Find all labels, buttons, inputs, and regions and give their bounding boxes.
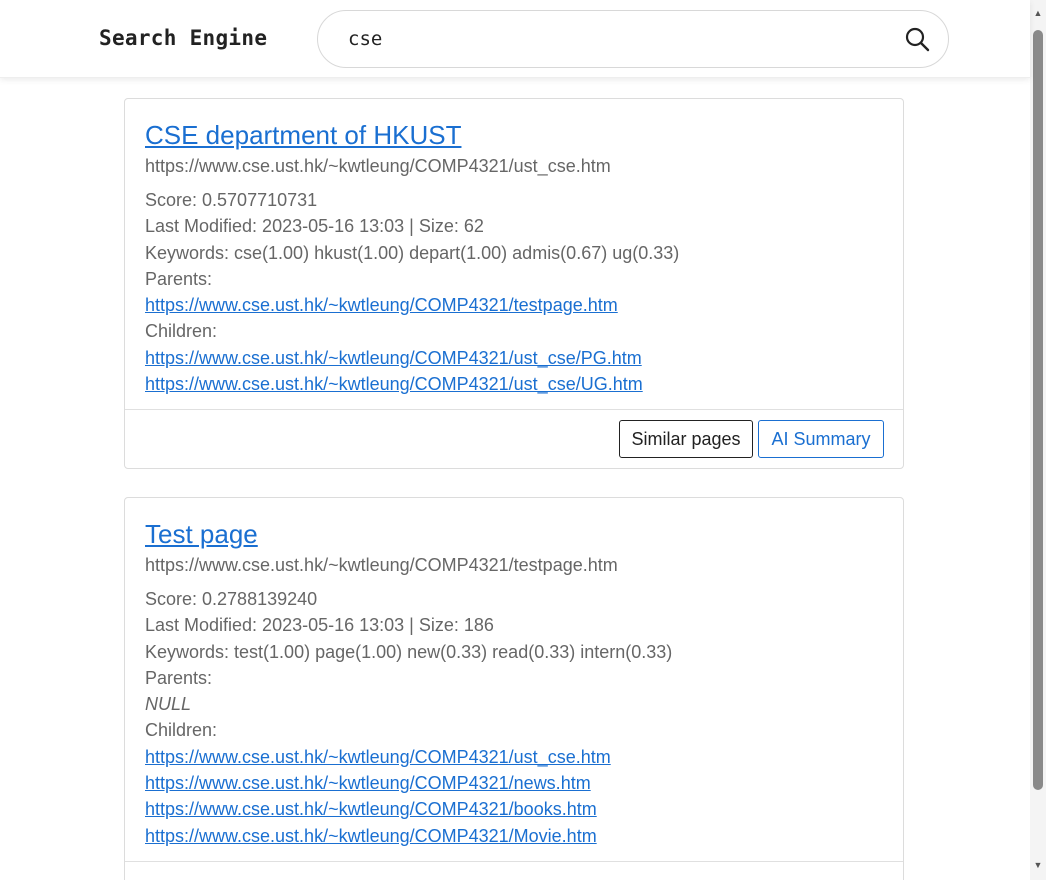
child-link[interactable]: https://www.cse.ust.hk/~kwtleung/COMP432… [145,744,883,770]
child-link[interactable]: https://www.cse.ust.hk/~kwtleung/COMP432… [145,796,883,822]
result-meta: Last Modified: 2023-05-16 13:03 | Size: … [145,216,484,237]
parent-link[interactable]: https://www.cse.ust.hk/~kwtleung/COMP432… [145,292,883,318]
children-label: Children: [145,321,218,342]
result-card: Test page https://www.cse.ust.hk/~kwtleu… [124,497,904,880]
search-bar[interactable] [317,10,949,68]
result-url: https://www.cse.ust.hk/~kwtleung/COMP432… [145,156,611,176]
children-label: Children: [145,720,218,741]
result-card-footer [125,860,903,880]
similar-pages-button[interactable]: Similar pages [619,420,753,459]
search-icon [905,27,930,51]
result-card-body: Test page https://www.cse.ust.hk/~kwtleu… [125,498,903,861]
vertical-scrollbar[interactable]: ▲ ▼ [1030,0,1046,880]
child-link[interactable]: https://www.cse.ust.hk/~kwtleung/COMP432… [145,371,883,397]
result-url: https://www.cse.ust.hk/~kwtleung/COMP432… [145,555,618,575]
brand-title: Search Engine [99,26,268,50]
scrollbar-thumb[interactable] [1033,30,1043,790]
result-keywords: Keywords: cse(1.00) hkust(1.00) depart(1… [145,242,680,263]
result-card: CSE department of HKUST https://www.cse.… [124,98,904,470]
result-card-footer: Similar pages AI Summary [125,409,903,468]
scroll-down-arrow-icon[interactable]: ▼ [1033,860,1043,870]
parents-null: NULL [145,694,192,715]
result-title-link[interactable]: Test page [145,518,883,550]
parents-label: Parents: [145,667,213,688]
result-score: Score: 0.5707710731 [145,190,318,210]
result-meta: Last Modified: 2023-05-16 13:03 | Size: … [145,615,494,636]
result-score: Score: 0.2788139240 [145,589,318,609]
ai-summary-button[interactable]: AI Summary [758,420,884,459]
search-input[interactable] [348,25,868,53]
result-card-body: CSE department of HKUST https://www.cse.… [125,99,903,409]
parents-label: Parents: [145,268,213,289]
scroll-up-arrow-icon[interactable]: ▲ [1033,8,1043,18]
results-list: CSE department of HKUST https://www.cse.… [0,78,1030,880]
search-button[interactable] [902,25,932,55]
result-keywords: Keywords: test(1.00) page(1.00) new(0.33… [145,641,673,662]
child-link[interactable]: https://www.cse.ust.hk/~kwtleung/COMP432… [145,345,883,371]
child-link[interactable]: https://www.cse.ust.hk/~kwtleung/COMP432… [145,770,883,796]
header: Search Engine [0,0,1030,78]
child-link[interactable]: https://www.cse.ust.hk/~kwtleung/COMP432… [145,823,883,849]
result-title-link[interactable]: CSE department of HKUST [145,119,883,151]
